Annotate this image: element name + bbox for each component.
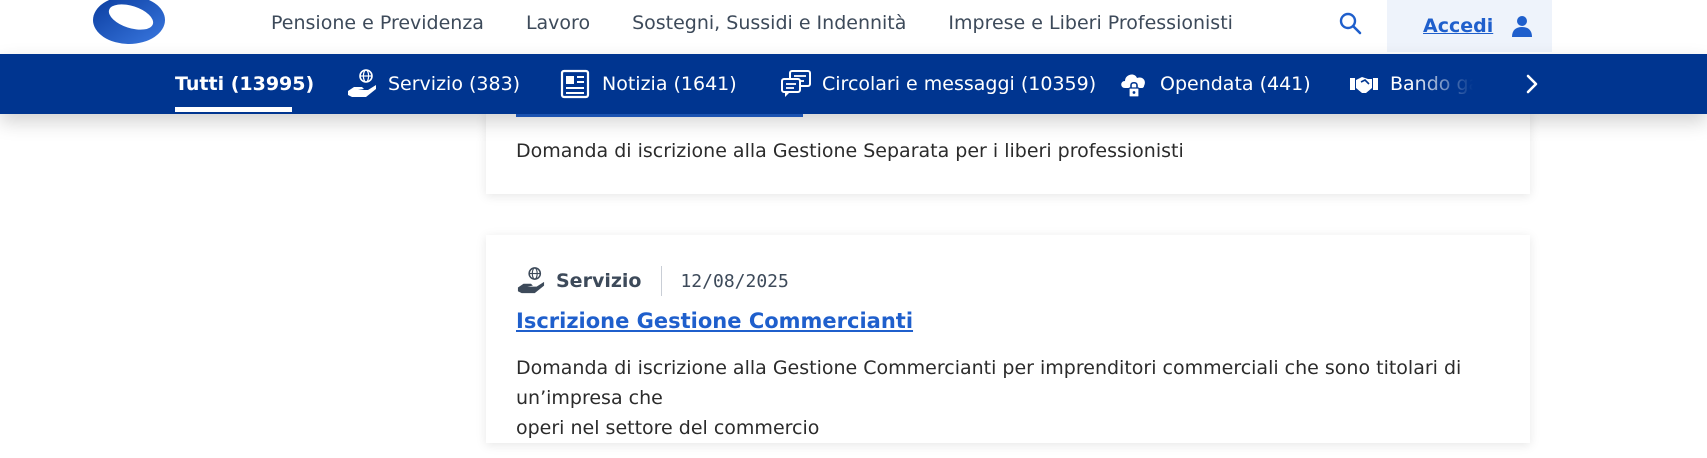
inps-logo-icon[interactable] <box>92 0 166 46</box>
tab-label: Tutti (13995) <box>175 73 315 95</box>
result-title-link[interactable]: Iscrizione Gestione Commercianti <box>516 309 913 333</box>
result-card: Servizio 12/08/2025 Iscrizione Gestione … <box>486 235 1530 443</box>
user-icon <box>1512 16 1533 37</box>
tab-label: Circolari e messaggi (10359) <box>822 73 1097 95</box>
result-title-underline-fragment[interactable] <box>516 114 803 117</box>
page: Pensione e Previdenza Lavoro Sostegni, S… <box>0 0 1707 458</box>
active-tab-indicator <box>175 107 292 112</box>
main-nav: Pensione e Previdenza Lavoro Sostegni, S… <box>271 0 1275 46</box>
tab-servizio[interactable]: Servizio (383) <box>346 54 520 114</box>
result-description: Domanda di iscrizione alla Gestione Comm… <box>516 353 1496 443</box>
handshake-icon <box>1350 77 1378 93</box>
tabs-fade-overlay <box>1410 54 1500 114</box>
result-description-line: operi nel settore del commercio <box>516 417 820 439</box>
result-description: Domanda di iscrizione alla Gestione Sepa… <box>516 140 1184 162</box>
result-card: Domanda di iscrizione alla Gestione Sepa… <box>486 108 1530 194</box>
nav-pensione[interactable]: Pensione e Previdenza <box>271 12 484 34</box>
hand-globe-icon <box>348 69 376 97</box>
result-description-line: Domanda di iscrizione alla Gestione Comm… <box>516 357 1462 409</box>
newspaper-icon <box>560 69 590 99</box>
search-icon[interactable] <box>1338 11 1362 35</box>
login-label: Accedi <box>1423 15 1494 37</box>
result-date: 12/08/2025 <box>680 270 789 292</box>
tab-tutti[interactable]: Tutti (13995) <box>175 54 314 114</box>
top-header: Pensione e Previdenza Lavoro Sostegni, S… <box>0 0 1707 54</box>
tab-opendata[interactable]: Opendata (441) <box>1118 54 1311 114</box>
result-type: Servizio <box>556 270 642 292</box>
cloud-lock-icon <box>1121 74 1145 98</box>
messages-icon <box>781 70 811 97</box>
hand-globe-icon <box>517 267 545 294</box>
nav-imprese[interactable]: Imprese e Liberi Professionisti <box>948 12 1233 34</box>
filter-bar: Tutti (13995) Servizio (383) Notizia (16… <box>0 54 1707 114</box>
meta-divider <box>661 266 663 296</box>
tab-notizia[interactable]: Notizia (1641) <box>560 54 737 114</box>
tab-circolari[interactable]: Circolari e messaggi (10359) <box>780 54 1096 114</box>
tab-label: Opendata (441) <box>1160 73 1311 95</box>
chevron-right-icon[interactable] <box>1520 72 1544 96</box>
nav-sostegni[interactable]: Sostegni, Sussidi e Indennità <box>632 12 906 34</box>
login-button[interactable]: Accedi <box>1387 0 1552 52</box>
nav-lavoro[interactable]: Lavoro <box>526 12 590 34</box>
tab-label: Notizia (1641) <box>602 73 737 95</box>
tab-label: Servizio (383) <box>388 73 521 95</box>
result-meta: Servizio 12/08/2025 <box>516 265 789 297</box>
